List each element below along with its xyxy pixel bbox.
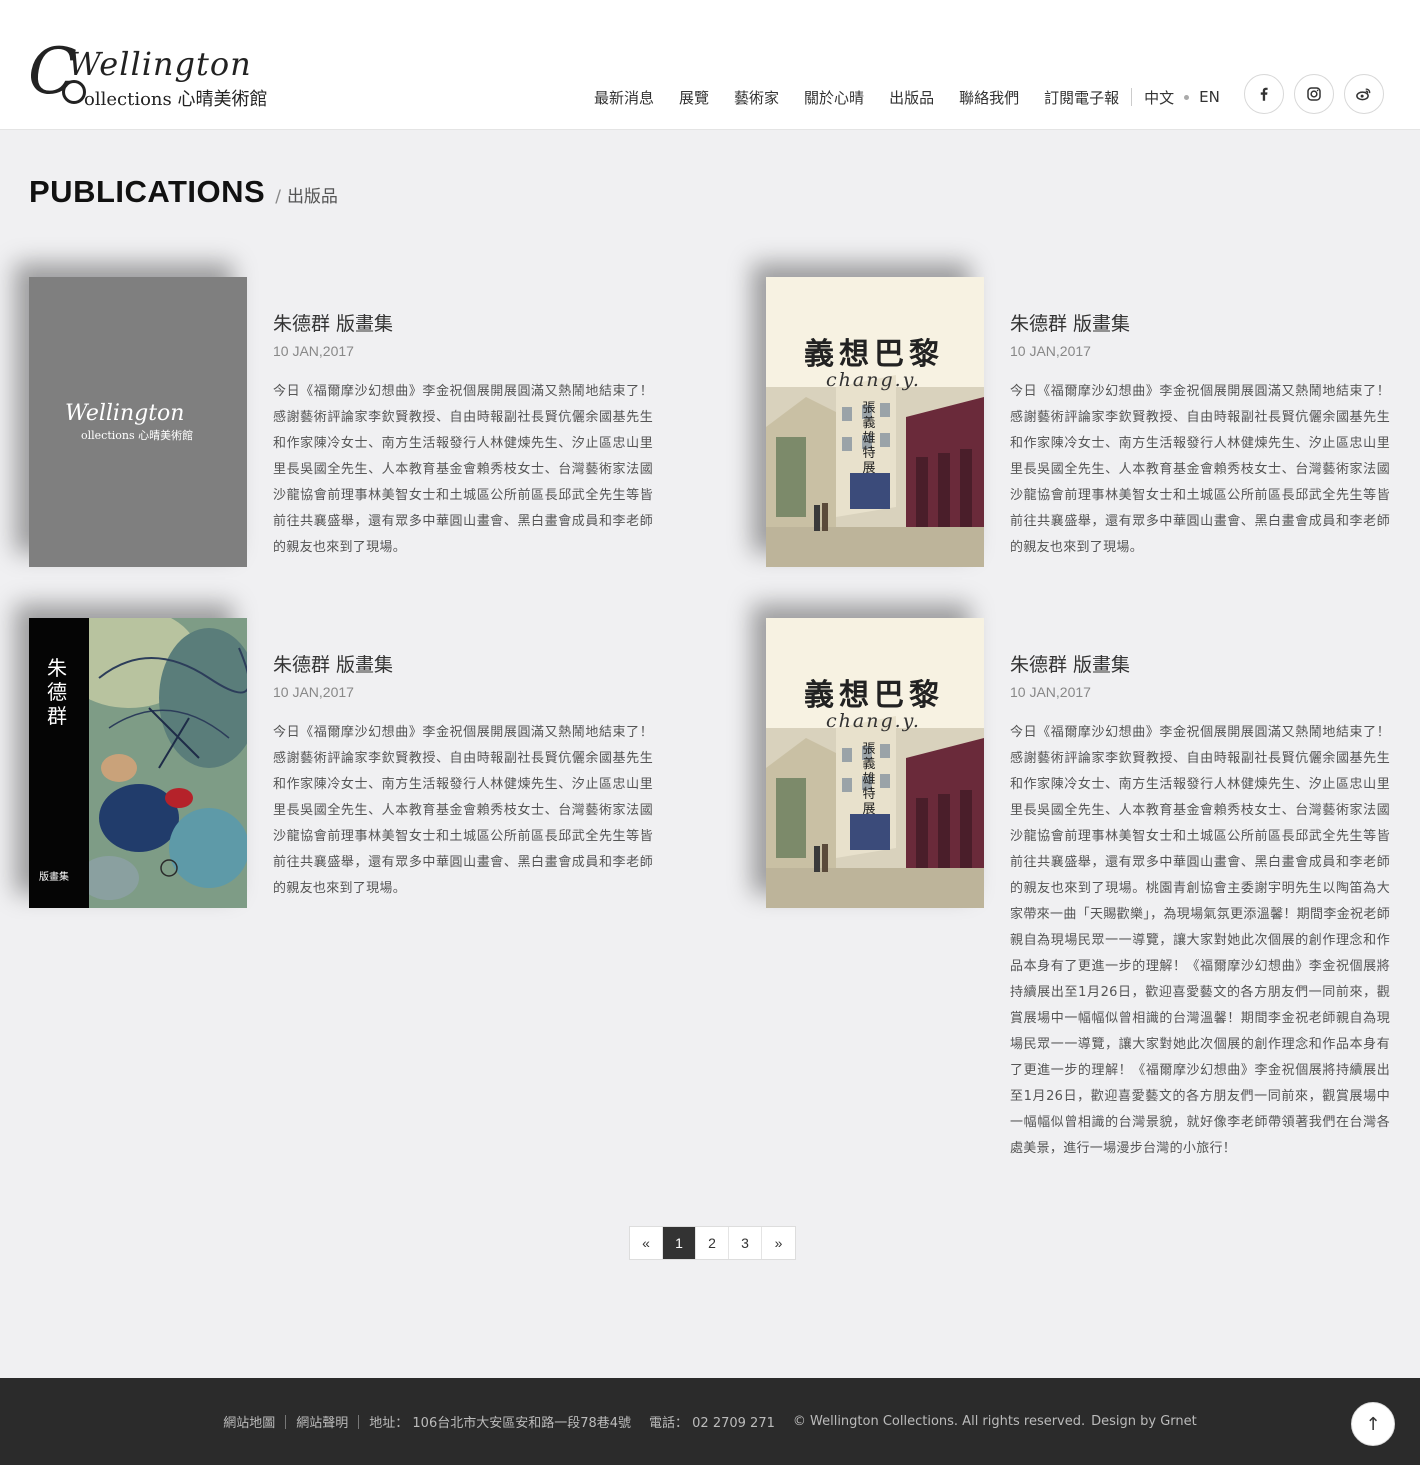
publication-title[interactable]: 朱德群 版畫集 [1010, 309, 1130, 336]
footer-divider [358, 1414, 360, 1429]
publication-title[interactable]: 朱德群 版畫集 [273, 650, 393, 677]
instagram-icon[interactable] [1294, 74, 1334, 114]
weibo-icon[interactable] [1344, 74, 1384, 114]
page-title-en: PUBLICATIONS [29, 174, 266, 209]
publication-cover[interactable]: Wellington ollections 心晴美術館 [29, 277, 247, 567]
site-logo[interactable]: C Wellington ollections 心晴美術館 [28, 40, 308, 116]
title-separator: / [275, 187, 281, 207]
lang-zh[interactable]: 中文 [1144, 87, 1174, 108]
publication-item: 朱德群 版畫集 朱德群 版畫集 10 JAN,2017 今日《福爾摩沙幻想曲》李… [29, 618, 679, 918]
publication-date: 10 JAN,2017 [1010, 343, 1091, 359]
pagination-next[interactable]: » [762, 1227, 795, 1259]
cover-vertical-text: 張義雄特展 [862, 401, 876, 476]
publication-item: 義想巴黎 chang.y. 張義雄特展 朱德群 版畫集 10 JAN,2017 … [766, 618, 1416, 1198]
footer-sitemap-link[interactable]: 網站地圖 [223, 1412, 275, 1431]
publication-item: 義想巴黎 chang.y. 張義雄特展 朱德群 版畫集 10 JAN,2017 … [766, 277, 1416, 577]
publication-date: 10 JAN,2017 [1010, 684, 1091, 700]
cover-logo-subtitle: ollections 心晴美術館 [81, 429, 194, 442]
cover-vertical-text: 朱德群 [47, 656, 67, 728]
publication-excerpt: 今日《福爾摩沙幻想曲》李金祝個展開展圓滿又熱鬧地結束了！感謝藝術評論家李欽賢教授… [1010, 725, 1390, 1156]
cover-logo-word: Wellington [65, 401, 185, 426]
site-footer: 網站地圖 網站聲明 地址： 106台北市大安區安和路一段78巷4號 電話： 02… [0, 1378, 1420, 1465]
cover-signature: chang.y. [826, 710, 921, 732]
nav-divider [1131, 88, 1133, 106]
nav-about[interactable]: 關於心晴 [804, 87, 864, 108]
nav-contact[interactable]: 聯絡我們 [959, 87, 1019, 108]
language-switch: 中文 EN [1144, 87, 1220, 108]
facebook-icon[interactable] [1244, 74, 1284, 114]
footer-statement-link[interactable]: 網站聲明 [296, 1412, 348, 1431]
publication-date: 10 JAN,2017 [273, 684, 354, 700]
pagination-page-2[interactable]: 2 [696, 1227, 729, 1259]
lang-dot [1184, 94, 1190, 100]
cover-title: 義想巴黎 [804, 337, 944, 372]
footer-address: 地址： 106台北市大安區安和路一段78巷4號 [369, 1416, 632, 1431]
site-header: C Wellington ollections 心晴美術館 最新消息 展覽 藝術… [0, 0, 1420, 130]
logo-subtitle: ollections 心晴美術館 [84, 89, 268, 110]
publication-title[interactable]: 朱德群 版畫集 [1010, 650, 1130, 677]
logo-wordmark: Wellington [68, 45, 252, 83]
publication-cover[interactable]: 朱德群 版畫集 [29, 618, 247, 908]
cover-bottom-text: 版畫集 [39, 872, 69, 883]
pagination-page-1[interactable]: 1 [663, 1227, 696, 1259]
footer-divider [285, 1414, 287, 1429]
lang-en[interactable]: EN [1199, 88, 1220, 106]
footer-phone: 電話： 02 2709 271 [649, 1416, 775, 1431]
page-title-zh: 出版品 [286, 187, 338, 207]
publication-cover[interactable]: 義想巴黎 chang.y. 張義雄特展 [766, 618, 984, 908]
nav-newsletter[interactable]: 訂閱電子報 [1044, 87, 1119, 108]
publication-excerpt: 今日《福爾摩沙幻想曲》李金祝個展開展圓滿又熱鬧地結束了！感謝藝術評論家李欽賢教授… [1010, 384, 1390, 555]
cover-vertical-text: 張義雄特展 [862, 742, 876, 817]
publication-excerpt: 今日《福爾摩沙幻想曲》李金祝個展開展圓滿又熱鬧地結束了！感謝藝術評論家李欽賢教授… [273, 725, 653, 896]
publication-excerpt: 今日《福爾摩沙幻想曲》李金祝個展開展圓滿又熱鬧地結束了！感謝藝術評論家李欽賢教授… [273, 384, 653, 555]
footer-copyright: © Wellington Collections. All rights res… [792, 1414, 1086, 1429]
cover-title: 義想巴黎 [804, 678, 944, 713]
pagination-prev[interactable]: « [630, 1227, 663, 1259]
abstract-painting [89, 618, 247, 908]
publication-cover[interactable]: 義想巴黎 chang.y. 張義雄特展 [766, 277, 984, 567]
footer-info: 網站地圖 網站聲明 地址： 106台北市大安區安和路一段78巷4號 電話： 02… [0, 1412, 1420, 1431]
nav-publications[interactable]: 出版品 [889, 87, 934, 108]
page-title: PUBLICATIONS / 出版品 [29, 174, 338, 210]
footer-design-credit[interactable]: Design by Grnet [1091, 1414, 1197, 1429]
publication-title[interactable]: 朱德群 版畫集 [273, 309, 393, 336]
main-nav: 最新消息 展覽 藝術家 關於心晴 出版品 聯絡我們 訂閱電子報 中文 EN [594, 84, 1220, 110]
nav-news[interactable]: 最新消息 [594, 87, 654, 108]
pagination-page-3[interactable]: 3 [729, 1227, 762, 1259]
nav-exhibitions[interactable]: 展覽 [679, 87, 709, 108]
publication-date: 10 JAN,2017 [273, 343, 354, 359]
back-to-top-button[interactable]: ↑ [1351, 1402, 1395, 1446]
pagination: « 1 2 3 » [629, 1226, 796, 1260]
publication-item: Wellington ollections 心晴美術館 朱德群 版畫集 10 J… [29, 277, 679, 577]
nav-artists[interactable]: 藝術家 [734, 87, 779, 108]
cover-signature: chang.y. [826, 369, 921, 391]
